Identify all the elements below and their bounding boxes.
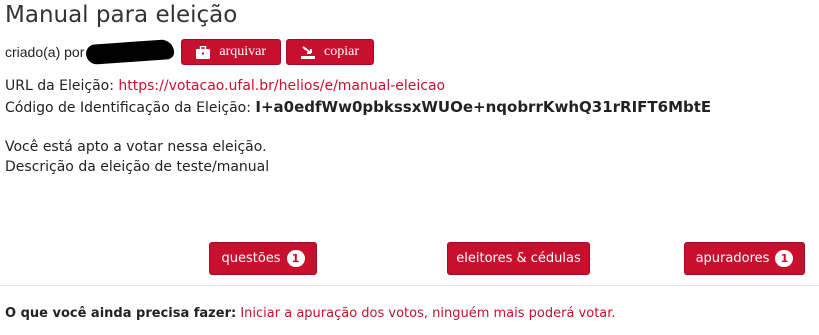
election-url-row: URL da Eleição: https://votacao.ufal.br/… bbox=[5, 76, 711, 97]
redacted-creator-name bbox=[85, 38, 175, 66]
page-title: Manual para eleição bbox=[5, 2, 238, 28]
questions-count-badge: 1 bbox=[286, 250, 305, 267]
trustees-button[interactable]: apuradores 1 bbox=[684, 242, 805, 275]
eligible-text: Você está apto a votar nessa eleição. bbox=[5, 139, 267, 155]
start-tally-link[interactable]: Iniciar a apuração dos votos, ninguém ma… bbox=[240, 306, 615, 321]
election-info: URL da Eleição: https://votacao.ufal.br/… bbox=[5, 76, 711, 119]
election-description: Você está apto a votar nessa eleição. De… bbox=[5, 137, 269, 177]
trustees-count-badge: 1 bbox=[775, 250, 794, 267]
todo-row: O que você ainda precisa fazer: Iniciar … bbox=[5, 306, 616, 321]
created-by-label: criado(a) por bbox=[5, 44, 85, 60]
election-code-row: Código de Identificação da Eleição: I+a0… bbox=[5, 97, 711, 119]
election-code: I+a0edfWw0pbkssxWUOe+nqobrrKwhQ31rRIFT6M… bbox=[255, 98, 712, 116]
copy-button[interactable]: copiar bbox=[286, 39, 375, 65]
trustees-label: apuradores bbox=[695, 251, 770, 266]
voters-label: eleitores & cédulas bbox=[456, 251, 581, 266]
todo-label: O que você ainda precisa fazer: bbox=[5, 306, 237, 321]
voters-ballots-button[interactable]: eleitores & cédulas bbox=[447, 242, 590, 275]
export-icon bbox=[301, 45, 316, 59]
copy-label: copiar bbox=[324, 44, 360, 59]
election-url-link[interactable]: https://votacao.ufal.br/helios/e/manual-… bbox=[118, 78, 445, 94]
briefcase-icon bbox=[196, 45, 211, 59]
description-text: Descrição da eleição de teste/manual bbox=[5, 159, 270, 175]
questions-label: questões bbox=[221, 251, 281, 266]
election-code-label: Código de Identificação da Eleição: bbox=[5, 100, 251, 116]
questions-button[interactable]: questões 1 bbox=[209, 242, 317, 275]
archive-label: arquivar bbox=[219, 44, 267, 59]
creator-row: criado(a) por arquivar copiar bbox=[5, 38, 375, 66]
archive-button[interactable]: arquivar bbox=[181, 39, 282, 65]
election-url-label: URL da Eleição: bbox=[5, 78, 114, 94]
divider bbox=[0, 285, 819, 286]
